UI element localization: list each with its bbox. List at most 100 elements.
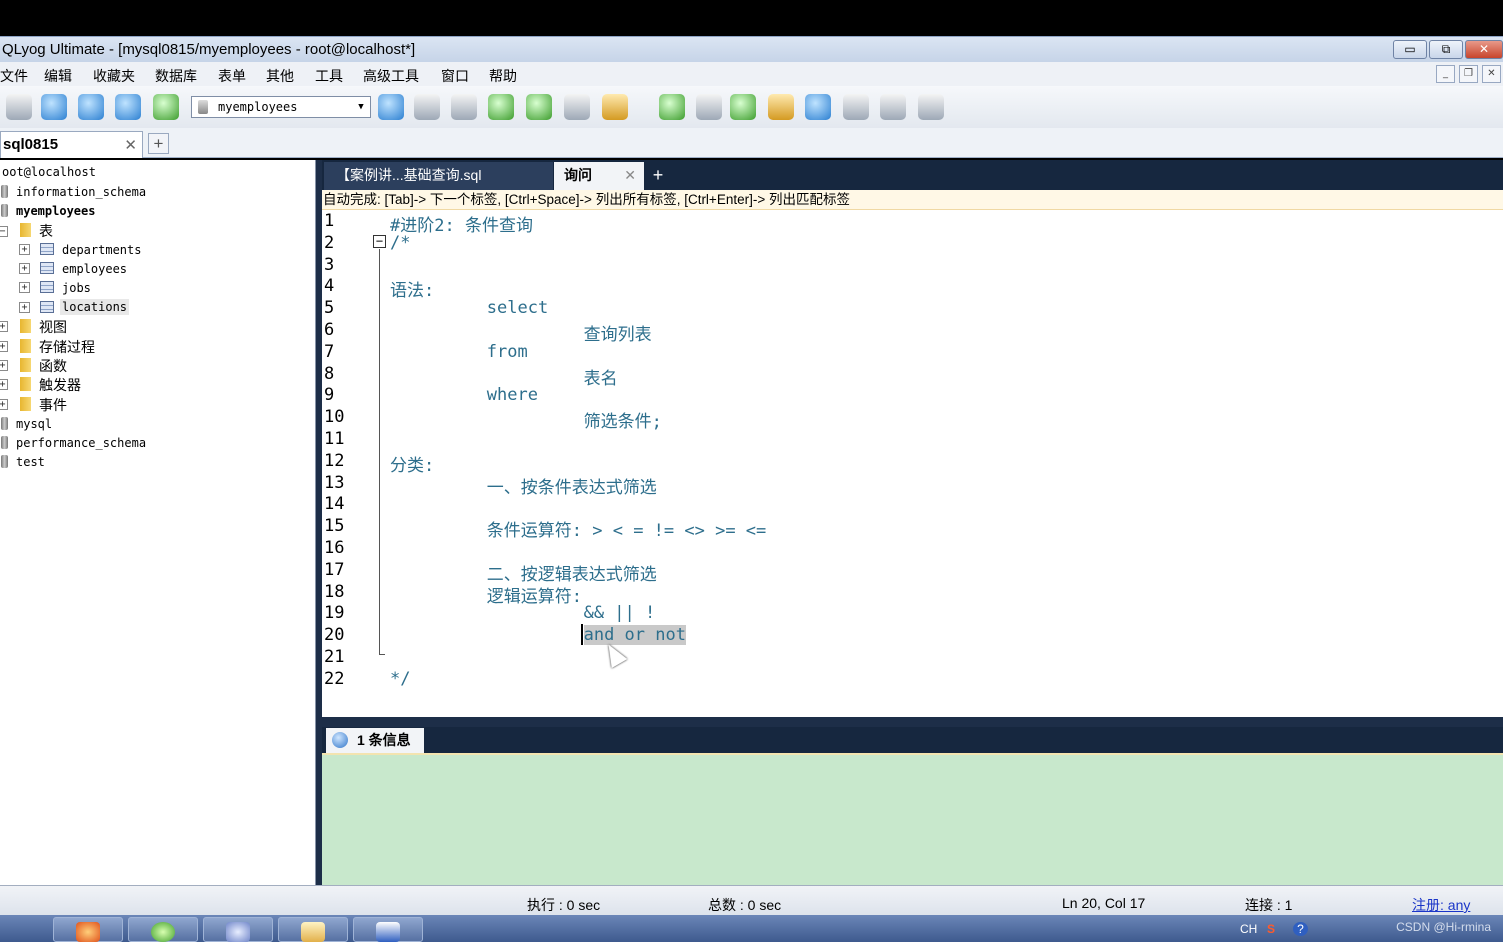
fold-toggle-icon[interactable]: − xyxy=(373,235,386,248)
expand-icon[interactable]: + xyxy=(0,379,8,390)
expand-icon[interactable]: + xyxy=(19,282,30,293)
code-line[interactable]: 条件运算符: > < = != <> >= <= xyxy=(487,516,766,541)
execute-query-icon[interactable] xyxy=(41,94,67,120)
tree-table-jobs[interactable]: jobs xyxy=(62,281,91,295)
menu-file[interactable]: 文件 xyxy=(0,66,28,86)
code-line[interactable]: where xyxy=(487,385,538,405)
menu-database[interactable]: 数据库 xyxy=(155,66,197,86)
mdi-minimize-button[interactable]: _ xyxy=(1436,65,1455,83)
code-line[interactable]: 一、按条件表达式筛选 xyxy=(487,473,657,498)
close-icon[interactable]: ✕ xyxy=(124,136,137,154)
chevron-down-icon[interactable]: ▼ xyxy=(354,99,368,115)
notification-icon[interactable] xyxy=(843,94,869,120)
code-line[interactable]: from xyxy=(487,342,528,362)
code-line[interactable]: select xyxy=(487,298,548,318)
migration-icon[interactable] xyxy=(768,94,794,120)
horizontal-splitter[interactable] xyxy=(322,717,1503,727)
report-icon[interactable] xyxy=(880,94,906,120)
restore-db-icon[interactable] xyxy=(696,94,722,120)
create-table-icon[interactable] xyxy=(451,94,477,120)
code-line[interactable]: 逻辑运算符: xyxy=(487,582,582,607)
taskbar-app-1[interactable] xyxy=(53,917,123,942)
taskbar-app-4[interactable] xyxy=(278,917,348,942)
tree-db-test[interactable]: test xyxy=(16,455,45,469)
menu-table[interactable]: 表单 xyxy=(218,66,246,86)
code-line[interactable]: #进阶2: 条件查询 xyxy=(390,211,533,236)
query-tab-active[interactable]: 询问 ✕ xyxy=(554,162,644,190)
help-icon[interactable]: ? xyxy=(1293,922,1308,936)
collapse-icon[interactable]: − xyxy=(0,226,8,237)
tree-folder-triggers[interactable]: 触发器 xyxy=(39,375,81,395)
new-connection-icon[interactable] xyxy=(6,94,32,120)
expand-icon[interactable]: + xyxy=(19,244,30,255)
create-database-icon[interactable] xyxy=(414,94,440,120)
tree-db-myemployees[interactable]: myemployees xyxy=(16,204,95,218)
code-line[interactable]: /* xyxy=(390,233,410,253)
tree-folder-events[interactable]: 事件 xyxy=(39,395,67,415)
refresh-icon[interactable] xyxy=(115,94,141,120)
code-line[interactable]: && || ! xyxy=(584,603,656,623)
tree-folder-procedures[interactable]: 存储过程 xyxy=(39,337,95,357)
taskbar-app-2[interactable] xyxy=(128,917,198,942)
tree-table-locations[interactable]: locations xyxy=(60,299,130,315)
menu-other[interactable]: 其他 xyxy=(266,66,294,86)
backup-icon[interactable] xyxy=(659,94,685,120)
register-link[interactable]: 注册: any xyxy=(1412,895,1470,915)
database-selector[interactable]: myemployees ▼ xyxy=(191,96,371,118)
expand-icon[interactable]: + xyxy=(0,399,8,410)
connection-tab[interactable]: sql0815 ✕ xyxy=(0,131,143,158)
users-icon[interactable] xyxy=(153,94,179,120)
taskbar-app-5[interactable] xyxy=(353,917,423,942)
code-line[interactable]: 查询列表 xyxy=(584,320,652,345)
user-manager-icon[interactable] xyxy=(378,94,404,120)
tree-root-connection[interactable]: oot@localhost xyxy=(2,165,96,179)
tree-db-performance-schema[interactable]: performance_schema xyxy=(16,436,146,450)
menu-edit[interactable]: 编辑 xyxy=(44,66,72,86)
menu-advanced-tools[interactable]: 高级工具 xyxy=(363,66,419,86)
code-line[interactable]: 筛选条件; xyxy=(584,407,662,432)
menu-favorites[interactable]: 收藏夹 xyxy=(93,66,135,86)
code-line[interactable]: 语法: xyxy=(390,276,434,301)
query-tab-file[interactable]: 【案例讲...基础查询.sql xyxy=(324,162,553,190)
restore-button[interactable]: ⧉ xyxy=(1429,40,1463,59)
menu-help[interactable]: 帮助 xyxy=(489,66,517,86)
mdi-close-button[interactable]: ✕ xyxy=(1482,65,1501,83)
expand-icon[interactable]: + xyxy=(0,360,8,371)
taskbar-app-3[interactable] xyxy=(203,917,273,942)
window-titlebar[interactable]: QLyog Ultimate - [mysql0815/myemployees … xyxy=(0,36,1503,62)
menu-tools[interactable]: 工具 xyxy=(315,66,343,86)
add-query-tab-button[interactable]: + xyxy=(649,166,667,185)
minimize-button[interactable]: ▭ xyxy=(1393,40,1427,59)
tree-table-employees[interactable]: employees xyxy=(62,262,127,276)
expand-icon[interactable]: + xyxy=(0,341,8,352)
tree-table-departments[interactable]: departments xyxy=(62,243,141,257)
sync-icon[interactable] xyxy=(730,94,756,120)
export-icon[interactable] xyxy=(526,94,552,120)
execute-all-icon[interactable] xyxy=(78,94,104,120)
import-icon[interactable] xyxy=(488,94,514,120)
tree-db-mysql[interactable]: mysql xyxy=(16,417,52,431)
code-line[interactable]: */ xyxy=(390,669,410,689)
menu-window[interactable]: 窗口 xyxy=(441,66,469,86)
expand-icon[interactable]: + xyxy=(19,263,30,274)
code-line[interactable]: 分类: xyxy=(390,451,434,476)
tray-language[interactable]: CH xyxy=(1240,922,1257,936)
close-button[interactable]: ✕ xyxy=(1465,40,1503,59)
schema-icon[interactable] xyxy=(602,94,628,120)
sogou-icon[interactable]: S xyxy=(1267,922,1275,936)
tree-folder-tables[interactable]: 表 xyxy=(39,221,53,241)
table-data-icon[interactable] xyxy=(564,94,590,120)
sql-editor[interactable]: 1 2 3 4 5 6 7 8 9 10 11 12 13 14 15 16 17 18 19 20 21 22 #进阶2… xyxy=(322,210,1503,717)
code-line[interactable]: and or not xyxy=(583,625,686,646)
scheduler-icon[interactable] xyxy=(805,94,831,120)
designer-icon[interactable] xyxy=(918,94,944,120)
close-icon[interactable]: ✕ xyxy=(624,162,636,189)
tree-db-information-schema[interactable]: information_schema xyxy=(16,185,146,199)
expand-icon[interactable]: + xyxy=(0,321,8,332)
expand-icon[interactable]: + xyxy=(19,302,30,313)
code-line[interactable]: 表名 xyxy=(584,364,618,389)
add-connection-button[interactable]: + xyxy=(148,133,169,154)
tree-folder-functions[interactable]: 函数 xyxy=(39,356,67,376)
mdi-restore-button[interactable]: ❐ xyxy=(1459,65,1478,83)
tree-folder-views[interactable]: 视图 xyxy=(39,317,67,337)
